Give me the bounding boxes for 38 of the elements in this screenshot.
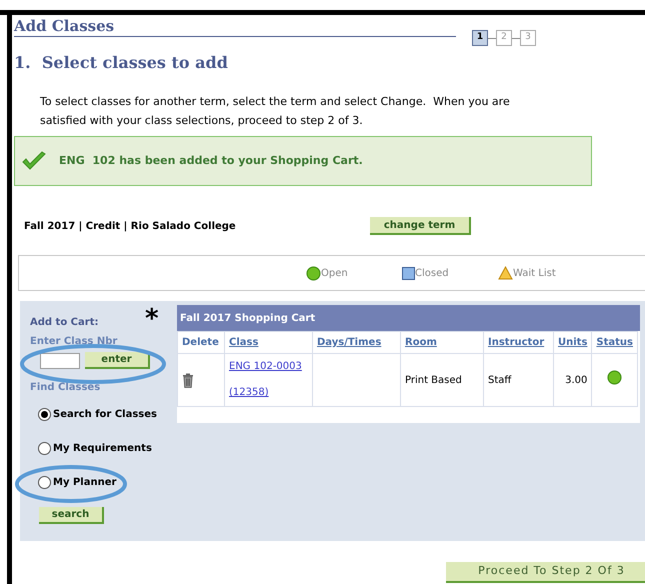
change-term-button[interactable]: change term <box>370 217 471 235</box>
wait-list-icon <box>498 266 513 280</box>
radio-button[interactable] <box>38 476 51 489</box>
term-info: Fall 2017 | Credit | Rio Salado College <box>24 220 237 234</box>
legend-label: Open <box>321 266 348 280</box>
find-classes-label: Find Classes <box>30 382 102 394</box>
table-cell: Print Based <box>405 374 462 386</box>
open-status-icon <box>306 266 321 280</box>
proceed-button[interactable]: Proceed To Step 2 Of 3 <box>446 562 645 583</box>
table-cell: Staff <box>488 374 512 386</box>
add-to-cart-label: Add to Cart: <box>30 317 100 329</box>
column-header[interactable]: Room <box>405 337 437 348</box>
step-indicator: 2 <box>496 30 512 46</box>
asterisk-annotation: * <box>145 306 159 332</box>
radio-button[interactable] <box>38 408 51 421</box>
step-indicator: 1 <box>472 30 488 46</box>
legend-label: Closed <box>415 266 449 280</box>
search-button[interactable]: search <box>39 507 104 524</box>
table-cell: 3.00 <box>565 374 588 386</box>
success-message: ENG 102 has been added to your Shopping Cart. <box>59 152 363 169</box>
trash-icon[interactable] <box>182 372 194 388</box>
closed-status-icon <box>402 266 415 280</box>
class-number-label: Enter Class Nbr <box>30 336 118 348</box>
radio-label[interactable]: My Requirements <box>53 441 152 456</box>
cart-title-bar: Fall 2017 Shopping Cart <box>177 305 640 331</box>
open-status-icon <box>607 370 622 385</box>
section-heading: 1. Select classes to add <box>14 52 229 74</box>
column-header[interactable]: Class <box>229 337 258 348</box>
step-indicator: 3 <box>520 30 536 46</box>
enter-button[interactable]: enter <box>85 352 150 369</box>
instructions-text: To select classes for another term, select the term and select Change. When you are satisfied with your class selections, proceed to step 2 of 3. <box>40 94 511 129</box>
legend-label: Wait List <box>513 266 556 280</box>
column-header: Delete <box>182 337 219 348</box>
class-number-input[interactable] <box>40 352 80 368</box>
checkmark-icon <box>21 151 47 171</box>
page-title: Add Classes <box>14 17 116 35</box>
radio-label[interactable]: Search for Classes <box>53 407 157 422</box>
radio-button[interactable] <box>38 442 51 455</box>
